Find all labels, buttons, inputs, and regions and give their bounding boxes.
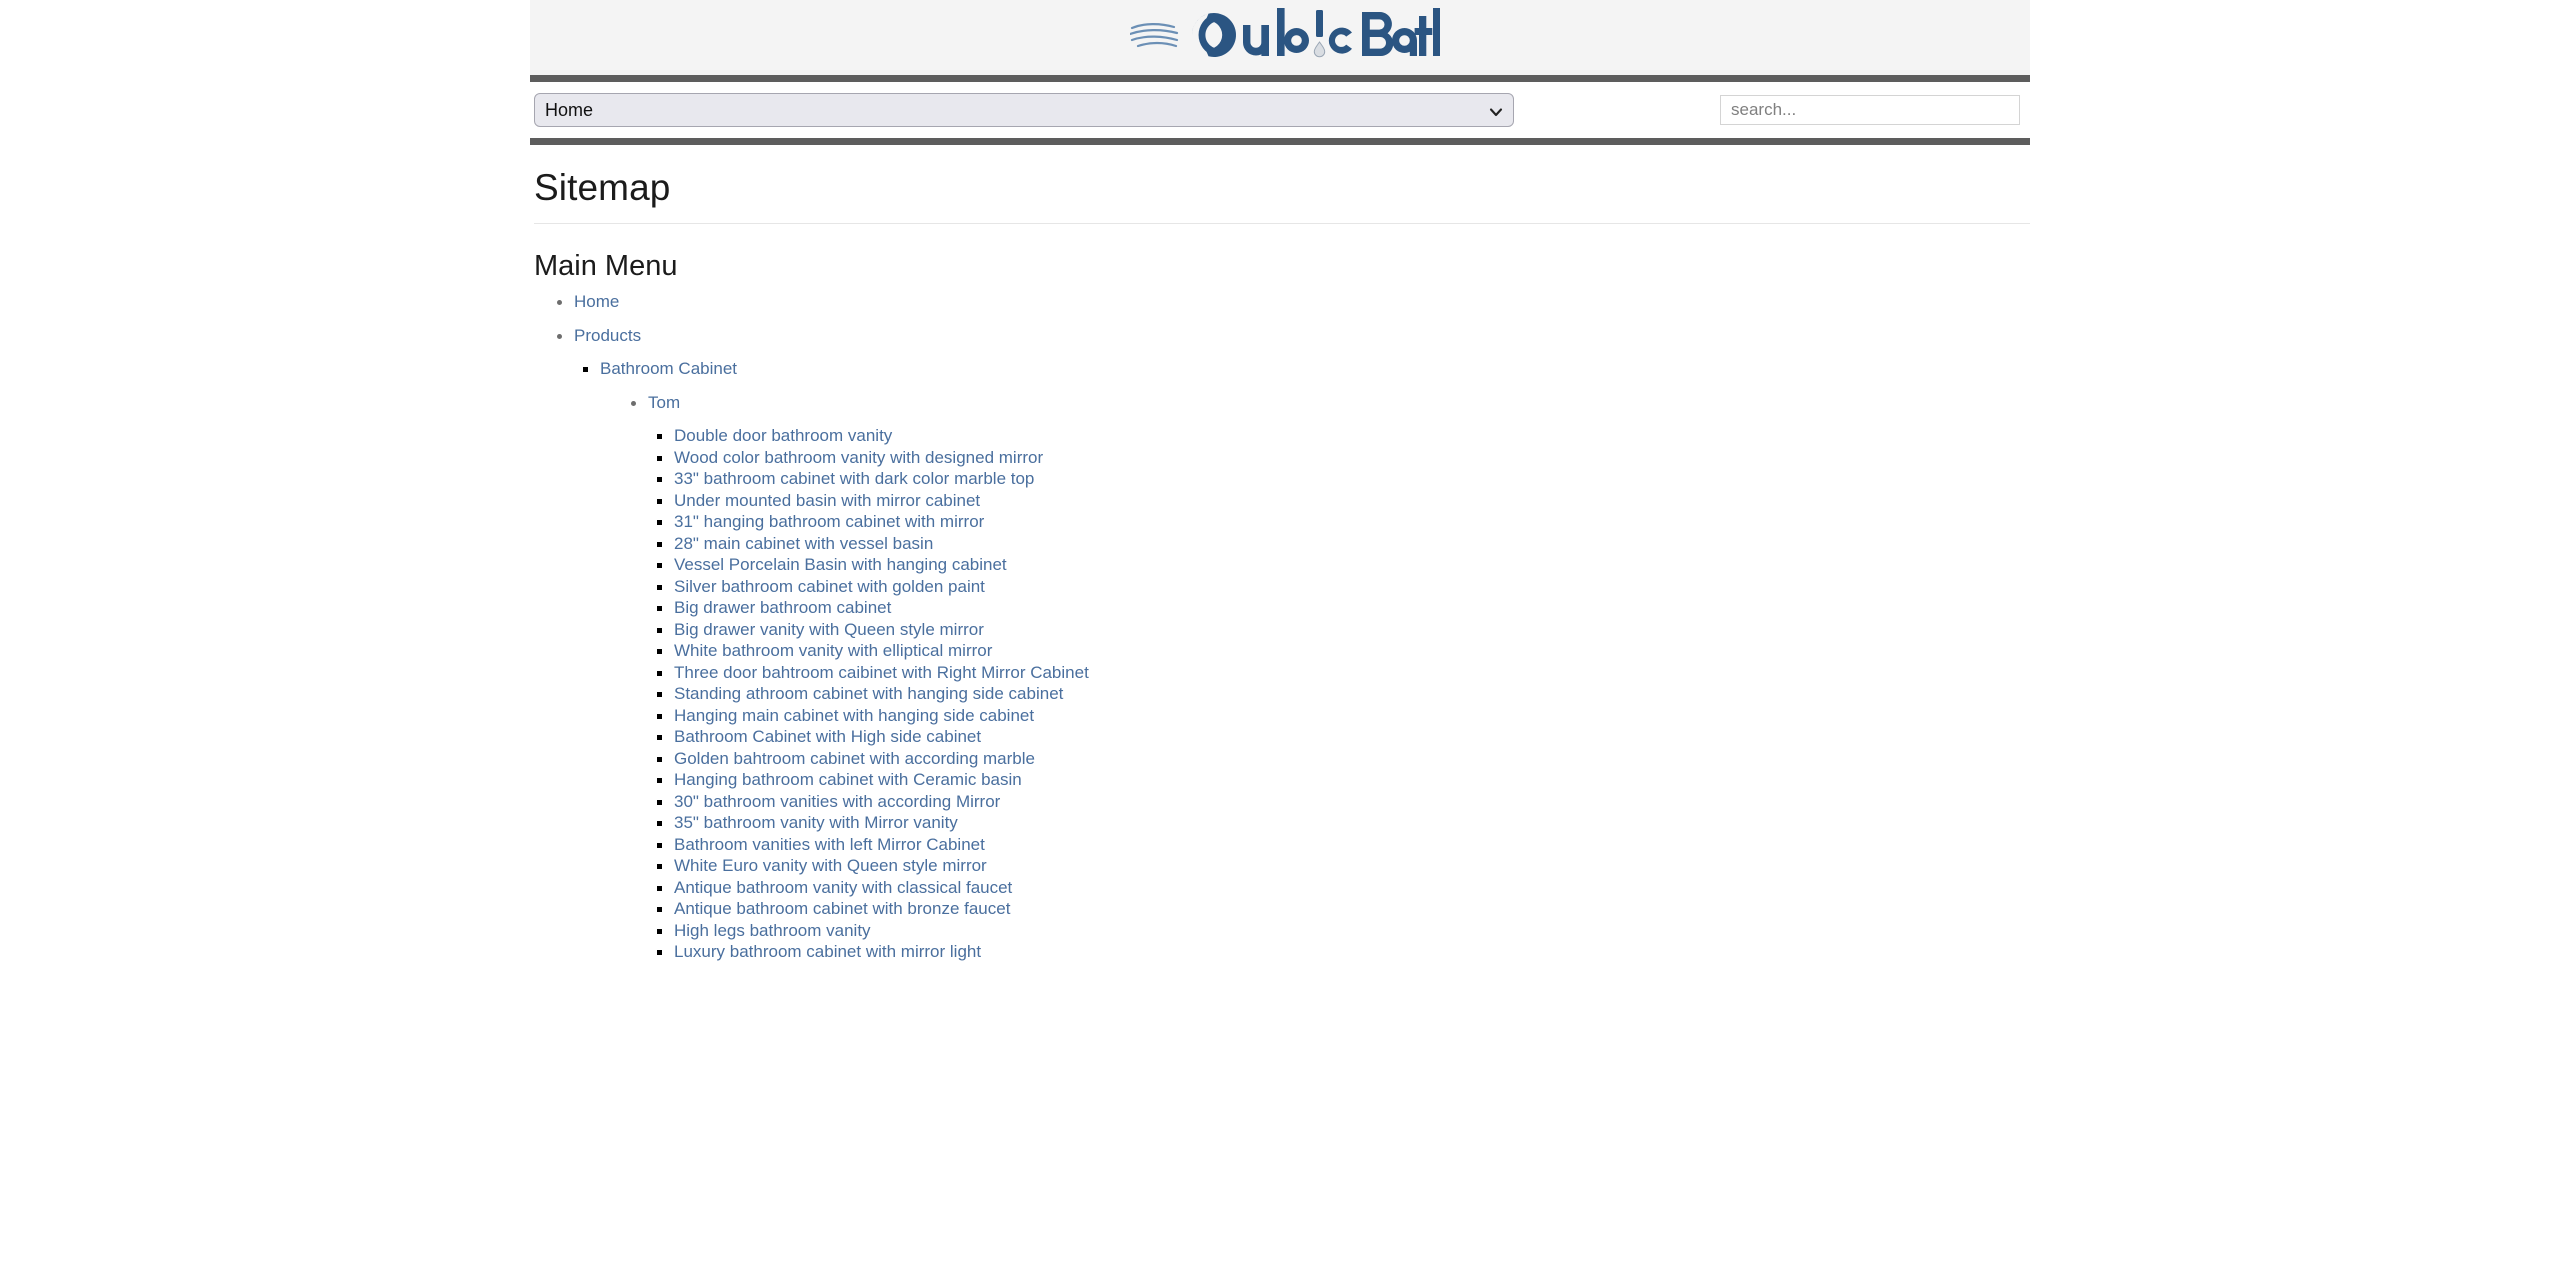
list-item[interactable]: Three door bahtroom caibinet with Right … <box>674 662 2030 684</box>
list-item[interactable]: Wood color bathroom vanity with designed… <box>674 447 2030 469</box>
main-menu-select[interactable]: Home <box>534 93 1514 127</box>
list-item[interactable]: Silver bathroom cabinet with golden pain… <box>674 576 2030 598</box>
section-title-main-menu: Main Menu <box>534 250 678 282</box>
sitemap-category-list: Bathroom Cabinet Tom Double door bathroo… <box>574 358 2030 963</box>
sitemap-product-link[interactable]: Double door bathroom vanity <box>674 426 892 445</box>
sitemap-product-link[interactable]: Golden bahtroom cabinet with according m… <box>674 749 1035 768</box>
sitemap-product-link[interactable]: Silver bathroom cabinet with golden pain… <box>674 577 985 596</box>
navigation-bar: Home <box>530 82 2030 138</box>
header-divider <box>530 75 2030 82</box>
list-item[interactable]: Big drawer bathroom cabinet <box>674 597 2030 619</box>
list-item[interactable]: Hanging main cabinet with hanging side c… <box>674 705 2030 727</box>
sitemap-product-link[interactable]: Wood color bathroom vanity with designed… <box>674 448 1043 467</box>
list-item[interactable]: High legs bathroom vanity <box>674 920 2030 942</box>
main-content: Sitemap Main Menu Home Products Bathroom… <box>530 167 2030 963</box>
sitemap-product-list: Double door bathroom vanity Wood color ba… <box>648 425 2030 963</box>
sitemap-link-bathroom-cabinet[interactable]: Bathroom Cabinet <box>600 359 737 378</box>
sitemap-product-link[interactable]: 30" bathroom vanities with according Mir… <box>674 792 1000 811</box>
sitemap-link-home[interactable]: Home <box>574 292 619 311</box>
list-item[interactable]: 35" bathroom vanity with Mirror vanity <box>674 812 2030 834</box>
list-item[interactable]: Antique bathroom vanity with classical f… <box>674 877 2030 899</box>
sitemap-product-link[interactable]: High legs bathroom vanity <box>674 921 871 940</box>
page-title: Sitemap <box>534 167 2030 224</box>
list-item[interactable]: Bathroom vanities with left Mirror Cabin… <box>674 834 2030 856</box>
list-item[interactable]: Home <box>574 291 2030 313</box>
sitemap-product-link[interactable]: Big drawer vanity with Queen style mirro… <box>674 620 984 639</box>
list-item[interactable]: Vessel Porcelain Basin with hanging cabi… <box>674 554 2030 576</box>
list-item[interactable]: Under mounted basin with mirror cabinet <box>674 490 2030 512</box>
list-item[interactable]: Bathroom Cabinet Tom Double door bathroo… <box>600 358 2030 963</box>
list-item[interactable]: White bathroom vanity with elliptical mi… <box>674 640 2030 662</box>
list-item[interactable]: 31" hanging bathroom cabinet with mirror <box>674 511 2030 533</box>
sitemap-subcategory-list: Tom Double door bathroom vanity Wood colo… <box>600 392 2030 963</box>
sitemap-product-link[interactable]: Vessel Porcelain Basin with hanging cabi… <box>674 555 1007 574</box>
sitemap-root-list: Home Products Bathroom Cabinet Tom Doubl <box>532 291 2030 963</box>
sitemap-product-link[interactable]: Antique bathroom cabinet with bronze fau… <box>674 899 1010 918</box>
sitemap-product-link[interactable]: 33" bathroom cabinet with dark color mar… <box>674 469 1034 488</box>
sitemap-product-link[interactable]: Antique bathroom vanity with classical f… <box>674 878 1012 897</box>
list-item[interactable]: Tom Double door bathroom vanity Wood colo… <box>648 392 2030 963</box>
site-header <box>530 0 2030 75</box>
list-item[interactable]: Luxury bathroom cabinet with mirror ligh… <box>674 941 2030 963</box>
sitemap-product-link[interactable]: 31" hanging bathroom cabinet with mirror <box>674 512 984 531</box>
list-item[interactable]: 33" bathroom cabinet with dark color mar… <box>674 468 2030 490</box>
list-item[interactable]: 28" main cabinet with vessel basin <box>674 533 2030 555</box>
list-item[interactable]: Golden bahtroom cabinet with according m… <box>674 748 2030 770</box>
list-item[interactable]: Big drawer vanity with Queen style mirro… <box>674 619 2030 641</box>
list-item[interactable]: Hanging bathroom cabinet with Ceramic ba… <box>674 769 2030 791</box>
search-box <box>1720 95 2020 125</box>
navigation-divider <box>530 138 2030 145</box>
sitemap-product-link[interactable]: Three door bahtroom caibinet with Right … <box>674 663 1089 682</box>
list-item[interactable]: 30" bathroom vanities with according Mir… <box>674 791 2030 813</box>
sitemap-product-link[interactable]: Bathroom vanities with left Mirror Cabin… <box>674 835 985 854</box>
list-item[interactable]: White Euro vanity with Queen style mirro… <box>674 855 2030 877</box>
page-container: Home Sitemap Main Menu Home Products <box>530 0 2030 963</box>
list-item[interactable]: Products Bathroom Cabinet Tom Double doo… <box>574 325 2030 963</box>
sitemap-product-link[interactable]: Standing athroom cabinet with hanging si… <box>674 684 1063 703</box>
sitemap-product-link[interactable]: White Euro vanity with Queen style mirro… <box>674 856 987 875</box>
sitemap-product-link[interactable]: 28" main cabinet with vessel basin <box>674 534 933 553</box>
list-item[interactable]: Standing athroom cabinet with hanging si… <box>674 683 2030 705</box>
list-item[interactable]: Antique bathroom cabinet with bronze fau… <box>674 898 2030 920</box>
site-logo[interactable] <box>1128 6 1441 69</box>
sitemap-product-link[interactable]: Under mounted basin with mirror cabinet <box>674 491 980 510</box>
sitemap-product-link[interactable]: Big drawer bathroom cabinet <box>674 598 891 617</box>
sitemap-link-tom[interactable]: Tom <box>648 393 680 412</box>
sitemap-product-link[interactable]: Bathroom Cabinet with High side cabinet <box>674 727 981 746</box>
list-item[interactable]: Double door bathroom vanity <box>674 425 2030 447</box>
list-item[interactable]: Bathroom Cabinet with High side cabinet <box>674 726 2030 748</box>
sitemap-product-link[interactable]: Hanging main cabinet with hanging side c… <box>674 706 1034 725</box>
main-menu-dropdown-wrapper: Home <box>534 93 1514 127</box>
sitemap-product-link[interactable]: Hanging bathroom cabinet with Ceramic ba… <box>674 770 1022 789</box>
sitemap-link-products[interactable]: Products <box>574 326 641 345</box>
sitemap-product-link[interactable]: White bathroom vanity with elliptical mi… <box>674 641 992 660</box>
sitemap-product-link[interactable]: 35" bathroom vanity with Mirror vanity <box>674 813 958 832</box>
sitemap-product-link[interactable]: Luxury bathroom cabinet with mirror ligh… <box>674 942 981 961</box>
search-input[interactable] <box>1720 95 2020 125</box>
